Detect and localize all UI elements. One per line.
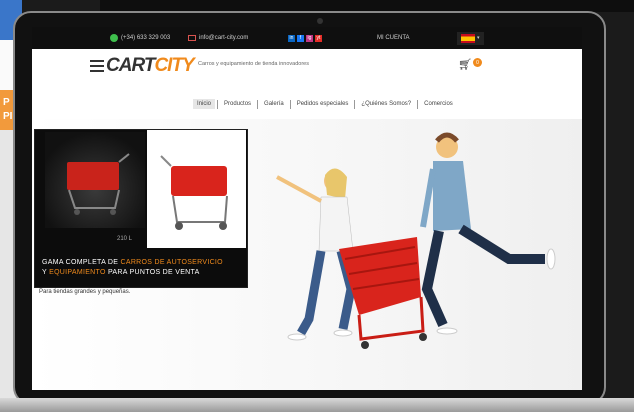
nav-divider (257, 99, 259, 109)
nav-divider (417, 99, 419, 109)
nav-item-inicio[interactable]: Inicio (193, 99, 216, 109)
email-contact[interactable]: info@cart-city.com (188, 35, 248, 41)
phone-number: (+34) 633 329 003 (121, 35, 171, 41)
cart-product-photo-light (147, 130, 246, 248)
linkedin-icon[interactable]: in (288, 34, 295, 42)
site-header: CART CITY Carros y equipamiento de tiend… (32, 49, 582, 115)
nav-divider (354, 99, 356, 109)
website-screen: (+34) 633 329 003 info@cart-city.com in … (32, 27, 582, 390)
facebook-icon[interactable]: f (297, 34, 304, 42)
promo-subtitle: Para tiendas grandes y pequeñas. (39, 289, 131, 295)
mail-icon (188, 35, 196, 41)
site-logo[interactable]: CART CITY (90, 55, 195, 77)
logo-text-city: CITY (154, 55, 194, 76)
nav-item-galeria[interactable]: Galería (260, 99, 288, 109)
hero-banner: 210 L GAMA COMPLETA DE CARROS DE AUTOSER… (32, 119, 582, 390)
promo-headline: GAMA COMPLETA DE CARROS DE AUTOSERVICIO … (42, 259, 223, 276)
promo-card[interactable]: 210 L GAMA COMPLETA DE CARROS DE AUTOSER… (34, 129, 248, 288)
social-links: in f ig yt (288, 34, 322, 42)
site-tagline: Carros y equipamiento de tienda innovado… (198, 61, 309, 67)
my-account-link[interactable]: MI CUENTA (377, 35, 410, 41)
chevron-down-icon: ▾ (477, 35, 480, 41)
webcam-icon (317, 18, 323, 24)
main-navigation: Inicio Productos Galería Pedidos especia… (193, 99, 457, 109)
cart-product-photo-dark (45, 132, 145, 228)
nav-item-quienes-somos[interactable]: ¿Quiénes Somos? (357, 99, 415, 109)
shopping-cart-icon[interactable]: 🛒︎ (458, 58, 472, 71)
youtube-icon[interactable]: yt (315, 34, 322, 42)
nav-divider (217, 99, 219, 109)
nav-item-pedidos-especiales[interactable]: Pedidos especiales (293, 99, 353, 109)
whatsapp-icon (110, 34, 118, 42)
phone-contact[interactable]: (+34) 633 329 003 (110, 34, 170, 42)
logo-speed-lines (90, 60, 104, 72)
spain-flag-icon (461, 33, 475, 43)
capacity-label: 210 L (117, 236, 133, 242)
laptop-base (0, 398, 634, 412)
language-selector[interactable]: ▾ (457, 31, 484, 45)
background-fragment: P PI (3, 97, 13, 122)
logo-text-cart: CART (106, 55, 155, 76)
email-address: info@cart-city.com (199, 35, 249, 41)
hero-couple-photo (276, 132, 556, 349)
nav-divider (289, 99, 291, 109)
my-account-label: MI CUENTA (377, 35, 410, 41)
instagram-icon[interactable]: ig (306, 34, 313, 42)
nav-item-comercios[interactable]: Comercios (420, 99, 457, 109)
nav-item-productos[interactable]: Productos (220, 99, 255, 109)
cart-count-badge[interactable]: 0 (473, 58, 482, 67)
top-contact-bar: (+34) 633 329 003 info@cart-city.com in … (32, 27, 582, 49)
